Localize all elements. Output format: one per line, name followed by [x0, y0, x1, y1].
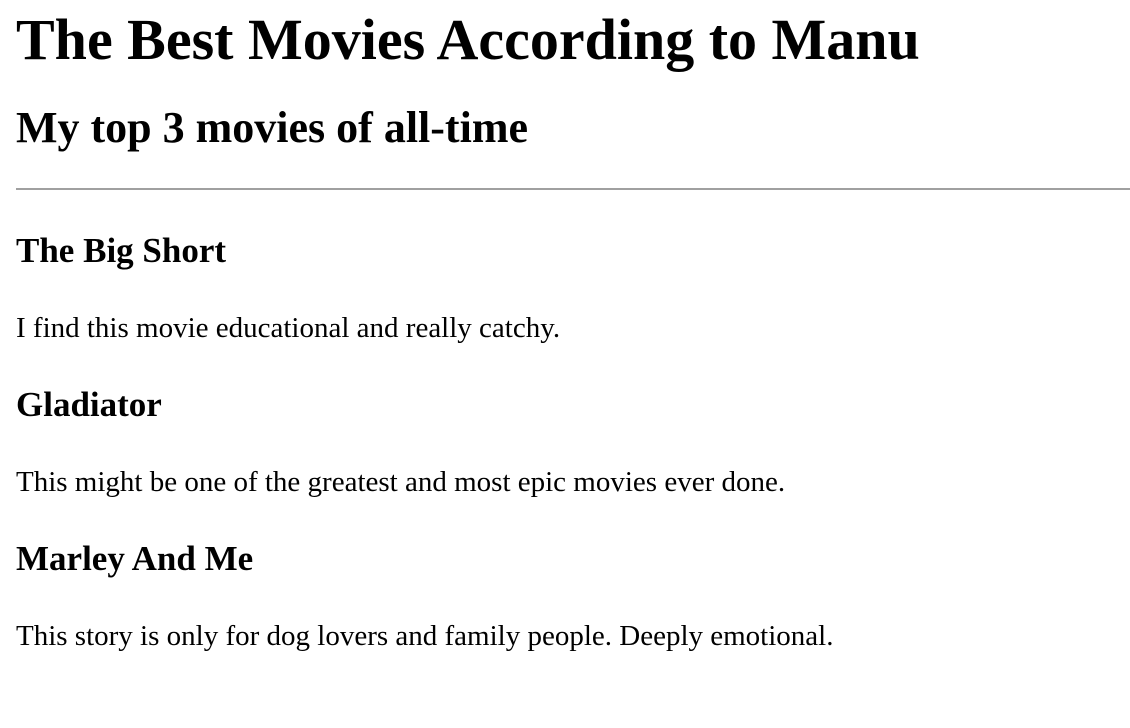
movie-review: This might be one of the greatest and mo… [16, 466, 786, 498]
movie-title: Gladiator [16, 385, 162, 424]
movie-entry-marley-and-me: Marley And Me This story is only for dog… [16, 538, 1114, 654]
movie-review: I find this movie educational and really… [16, 312, 561, 344]
divider [16, 188, 1130, 190]
page: The Best Movies According to Manu My top… [0, 6, 1130, 654]
page-title: The Best Movies According to Manu [16, 7, 920, 72]
movie-title: Marley And Me [16, 539, 254, 578]
page-subtitle: My top 3 movies of all-time [16, 103, 528, 152]
movie-review: This story is only for dog lovers and fa… [16, 620, 834, 652]
movie-entry-the-big-short: The Big Short I find this movie educatio… [16, 230, 1114, 346]
movie-title: The Big Short [16, 231, 227, 270]
movie-entry-gladiator: Gladiator This might be one of the great… [16, 384, 1114, 500]
